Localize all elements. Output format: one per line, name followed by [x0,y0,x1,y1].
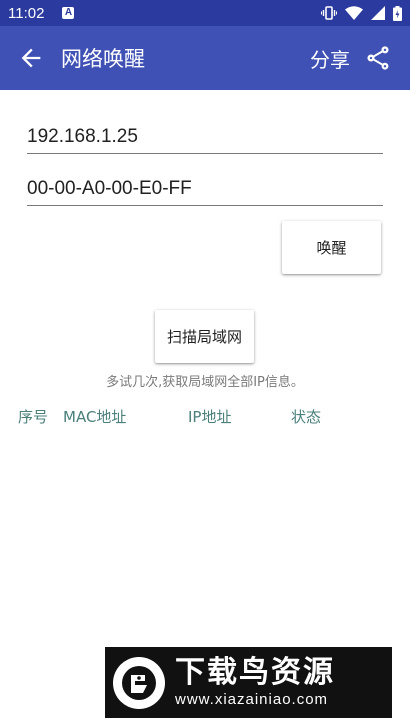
watermark-brand: 下载鸟资源 [175,654,335,690]
column-header-ip: IP地址 [188,408,232,426]
mac-input[interactable] [27,178,383,200]
wake-button[interactable]: 唤醒 [282,221,381,274]
page-title: 网络唤醒 [61,47,145,71]
notification-app-letter: A [64,7,73,18]
status-icons [321,5,402,21]
share-text-button[interactable]: 分享 [310,44,350,73]
mac-field[interactable] [27,170,383,206]
wifi-icon [345,6,363,20]
share-icon [367,46,389,70]
share-button[interactable] [358,38,398,78]
column-header-mac: MAC地址 [63,408,127,426]
arrow-back-icon [21,48,41,68]
battery-icon [393,5,402,21]
app-bar: 网络唤醒 分享 [0,26,410,90]
watermark-text: 下载鸟资源 www.xiazainiao.com [175,654,335,710]
watermark: 下载鸟资源 www.xiazainiao.com [105,647,392,718]
status-time: 11:02 [8,4,45,22]
ip-field[interactable] [27,118,383,154]
notification-app-icon: A [62,7,75,19]
scan-lan-button[interactable]: 扫描局域网 [155,310,254,363]
signal-icon [371,6,385,20]
watermark-url: www.xiazainiao.com [175,690,329,708]
column-header-index: 序号 [18,408,49,426]
status-bar: 11:02 A [0,0,410,26]
bird-logo-icon [113,656,165,709]
column-header-status: 状态 [291,408,322,426]
ip-input[interactable] [27,126,383,148]
scan-hint: 多试几次,获取局域网全部IP信息。 [106,375,304,390]
back-button[interactable] [9,36,53,80]
vibrate-icon [321,6,337,20]
